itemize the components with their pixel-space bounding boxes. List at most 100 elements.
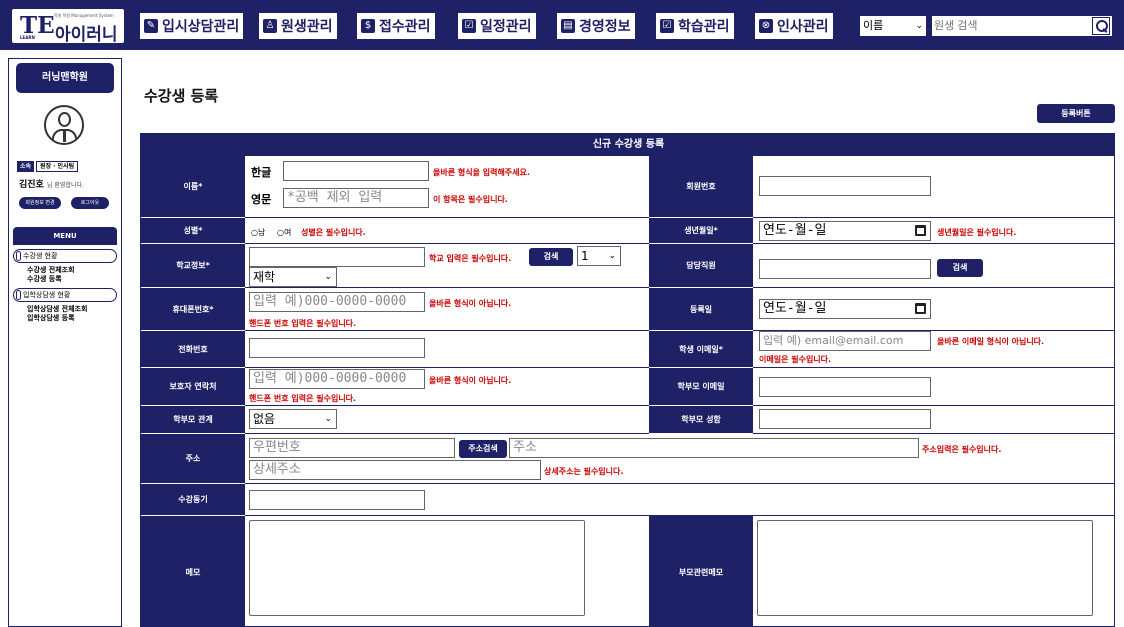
- guardian-phone-label: 보호자 연락처: [141, 368, 245, 406]
- teacher-search-button[interactable]: 검색: [937, 259, 983, 277]
- person-icon: ♙: [263, 19, 277, 33]
- parent-relation-value: 없음: [253, 412, 276, 426]
- logo-subtitle: 학원 학원 Management System: [54, 13, 114, 18]
- grade-select[interactable]: 1 ⌄: [577, 246, 621, 266]
- nav-admission-counsel[interactable]: ✎ 입시상담관리: [140, 13, 244, 39]
- enrollment-status-select[interactable]: 재학 ⌄: [249, 267, 337, 287]
- korean-name-label: 한글: [251, 166, 272, 179]
- parent-name-input[interactable]: [759, 409, 931, 429]
- guardian-format-error: 올바른 형식이 아닙니다.: [429, 376, 512, 385]
- parent-relation-cell: 없음 ⌄: [245, 406, 649, 434]
- menu-group-students[interactable]: 수강생 현황: [13, 249, 117, 263]
- phone-cell: [245, 331, 649, 368]
- registration-form: 신규 수강생 등록 이름* 한글 올바른 형식을 입력해주세요. 영문 *공백 …: [140, 133, 1115, 627]
- teacher-label: 담당직원: [649, 244, 753, 288]
- edit-profile-button[interactable]: 회원정보 변경: [19, 197, 61, 209]
- register-button[interactable]: 등록버튼: [1037, 104, 1115, 123]
- school-search-button[interactable]: 검색: [529, 248, 573, 266]
- registration-date-label: 등록일: [649, 288, 753, 331]
- greeting: 김진호 님 환영합니다.: [19, 177, 84, 190]
- birthdate-cell: 연도-월-일 생년월일은 필수입니다.: [753, 218, 1114, 244]
- email-format-error: 올바른 이메일 형식이 아닙니다.: [937, 337, 1045, 346]
- menu-item-counsel-list[interactable]: 입학상담생 전체조회: [13, 305, 117, 314]
- address-detail-input[interactable]: 상세주소: [249, 460, 541, 480]
- app-logo[interactable]: TE 학원 학원 Management System 아이러니 LEARN: [12, 9, 124, 45]
- school-input[interactable]: [249, 247, 425, 267]
- nav-schedule-management[interactable]: ☑ 일정관리: [458, 13, 536, 39]
- side-menu: MENU 수강생 현황 수강생 전체조회 수강생 등록 입학상담생 현황 입학상…: [13, 227, 117, 627]
- phone-label: 전화번호: [141, 331, 245, 368]
- top-navigation-bar: TE 학원 학원 Management System 아이러니 LEARN ✎ …: [0, 0, 1124, 50]
- search-icon[interactable]: [1092, 17, 1110, 35]
- phone-input[interactable]: [249, 338, 425, 358]
- search-type-select[interactable]: 이름 ⌄: [859, 15, 927, 37]
- address-search-button[interactable]: 주소검색: [459, 440, 507, 458]
- menu-title: MENU: [13, 227, 117, 245]
- menu-item-counsel-register[interactable]: 입학상담생 등록: [13, 314, 117, 323]
- gender-male-radio[interactable]: ○남: [251, 227, 265, 238]
- parent-email-input[interactable]: [759, 377, 931, 397]
- nav-label: 원생관리: [281, 19, 333, 35]
- teacher-input[interactable]: [759, 259, 931, 279]
- nav-learning-management[interactable]: ☑ 학습관리: [656, 13, 734, 39]
- mobile-input[interactable]: 입력 예)000-0000-0000: [249, 292, 425, 312]
- memo-textarea[interactable]: [249, 520, 585, 616]
- student-email-input[interactable]: 입력 예) email@email.com: [759, 331, 931, 351]
- name-required-error: 이 항목은 필수입니다.: [433, 195, 508, 204]
- profile-panel: 러닝맨학원 소속 원장 · 인사팀 김진호 님 환영합니다. 회원정보 변경 로…: [9, 59, 121, 215]
- greeting-suffix: 님 환영합니다.: [46, 182, 84, 189]
- motivation-input[interactable]: [249, 490, 425, 510]
- school-label: 학교정보*: [141, 244, 245, 288]
- address-label: 주소: [141, 434, 245, 484]
- parent-memo-label: 부모관련메모: [649, 516, 753, 626]
- zipcode-input[interactable]: 우편번호: [249, 438, 455, 458]
- search-box: [931, 15, 1113, 37]
- nav-payment-management[interactable]: $ 접수관리: [357, 13, 435, 39]
- logout-button[interactable]: 로그아웃: [71, 197, 109, 209]
- calendar-icon[interactable]: [915, 225, 926, 236]
- checkbox-icon: ☑: [660, 19, 674, 33]
- parent-memo-textarea[interactable]: [757, 520, 1093, 616]
- registration-date-input[interactable]: 연도-월-일: [759, 299, 931, 319]
- student-email-label: 학생 이메일*: [649, 331, 753, 368]
- english-name-input[interactable]: *공백 제외 입력: [283, 188, 429, 208]
- address-input[interactable]: 주소: [509, 438, 919, 458]
- sidebar: 러닝맨학원 소속 원장 · 인사팀 김진호 님 환영합니다. 회원정보 변경 로…: [8, 58, 122, 627]
- nav-label: 인사관리: [777, 19, 829, 35]
- menu-item-student-list[interactable]: 수강생 전체조회: [13, 266, 117, 275]
- parent-email-cell: [753, 368, 1114, 406]
- name-cell: 한글 올바른 형식을 입력해주세요. 영문 *공백 제외 입력 이 항목은 필수…: [245, 156, 649, 218]
- nav-student-management[interactable]: ♙ 원생관리: [259, 13, 337, 39]
- address-cell: 우편번호 주소검색 주소 주소입력은 필수입니다. 상세주소 상세주소는 필수입…: [245, 434, 1114, 484]
- teacher-cell: 검색: [753, 244, 1114, 288]
- menu-item-student-register[interactable]: 수강생 등록: [13, 275, 117, 284]
- school-error: 학교 입력은 필수입니다.: [429, 254, 512, 263]
- chevron-down-icon: ⌄: [915, 21, 923, 31]
- korean-name-input[interactable]: [283, 161, 429, 181]
- address-error: 주소입력은 필수입니다.: [922, 445, 1002, 454]
- member-number-input[interactable]: [759, 176, 931, 196]
- school-cell: 학교 입력은 필수입니다. 검색 1 ⌄ 재학 ⌄: [245, 244, 649, 288]
- mobile-required-error: 핸드폰 번호 입력은 필수입니다.: [249, 319, 357, 328]
- gender-female-radio[interactable]: ○여: [277, 227, 291, 238]
- birthdate-input[interactable]: 연도-월-일: [759, 221, 931, 241]
- birthdate-error: 생년월일은 필수입니다.: [937, 228, 1017, 237]
- calendar-icon[interactable]: [915, 303, 926, 314]
- avatar: [44, 105, 84, 145]
- mobile-format-error: 올바른 형식이 아닙니다.: [429, 299, 512, 308]
- guardian-phone-input[interactable]: 입력 예)000-0000-0000: [249, 369, 425, 389]
- parent-name-cell: [753, 406, 1114, 434]
- nav-label: 경영정보: [579, 19, 631, 35]
- gender-cell: ○남 ○여 성별은 필수입니다.: [245, 218, 649, 244]
- nav-business-info[interactable]: ▤ 경영정보: [557, 13, 635, 39]
- registration-date-cell: 연도-월-일: [753, 288, 1114, 331]
- gender-label: 성별*: [141, 218, 245, 244]
- menu-group-counseling[interactable]: 입학상담생 현황: [13, 288, 117, 302]
- parent-relation-select[interactable]: 없음 ⌄: [249, 409, 337, 429]
- search-input[interactable]: [934, 17, 1089, 35]
- memo-label: 메모: [141, 516, 245, 626]
- badge-icon: ⊗: [759, 19, 773, 33]
- email-required-error: 이메일은 필수입니다.: [759, 355, 832, 364]
- nav-hr-management[interactable]: ⊗ 인사관리: [755, 13, 833, 39]
- menu-group-label: 수강생 현황: [23, 252, 58, 260]
